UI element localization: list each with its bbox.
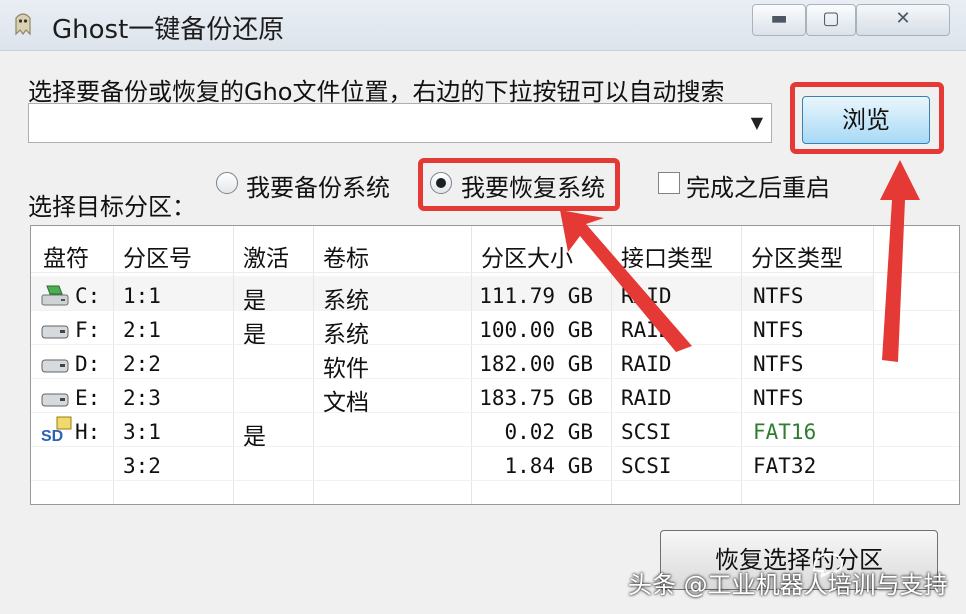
cell-active: 是: [243, 424, 266, 450]
restore-option-label[interactable]: 我要恢复系统: [461, 168, 605, 203]
row-divider: [31, 446, 959, 447]
backup-radio[interactable]: [216, 172, 238, 194]
title-bar[interactable]: Ghost一键备份还原 ▬ ▢ ✕: [0, 0, 966, 51]
cell-fs: NTFS: [753, 318, 804, 342]
radio-selected-dot: [436, 178, 446, 188]
cell-fs: NTFS: [753, 386, 804, 410]
cell-partition: 3:1: [123, 420, 161, 444]
gho-path-label: 选择要备份或恢复的Gho文件位置，右边的下拉按钮可以自动搜索: [28, 78, 725, 106]
cell-interface: RAID: [621, 318, 672, 342]
column-divider: [113, 226, 114, 504]
cell-label: 系统: [323, 288, 369, 314]
cell-size: 0.02 GB: [504, 420, 593, 444]
gho-path-combobox[interactable]: ▼: [28, 103, 772, 143]
header-active[interactable]: 激活: [243, 239, 289, 273]
row-divider: [31, 480, 959, 481]
cell-fs: FAT16: [753, 420, 817, 444]
hard-drive-icon: [41, 359, 69, 373]
cell-interface: RAID: [621, 352, 672, 376]
cell-drive: C:: [75, 284, 101, 308]
cell-fs: NTFS: [753, 352, 804, 376]
row-divider: [31, 378, 959, 379]
cell-size: 100.00 GB: [479, 318, 593, 342]
header-partition-size[interactable]: 分区大小: [481, 239, 573, 273]
header-partition-type[interactable]: 分区类型: [751, 239, 843, 273]
row-divider: [31, 310, 959, 311]
cell-active: 是: [243, 322, 266, 348]
cell-drive: E:: [75, 386, 101, 410]
ghost-window: Ghost一键备份还原 ▬ ▢ ✕ 选择要备份或恢复的Gho文件位置，右边的下拉…: [0, 0, 966, 614]
cell-drive: F:: [75, 318, 101, 342]
cell-active: 是: [243, 288, 266, 314]
column-divider: [611, 226, 612, 504]
partition-table[interactable]: 盘符 分区号 激活 卷标 分区大小 接口类型 分区类型 C: 1:1 是 系统 …: [30, 225, 960, 505]
cell-interface: SCSI: [621, 420, 672, 444]
backup-option-label[interactable]: 我要备份系统: [246, 168, 390, 203]
cell-fs: NTFS: [753, 284, 804, 308]
cell-size: 111.79 GB: [479, 284, 593, 308]
system-drive-icon: [41, 285, 69, 306]
header-volume-label[interactable]: 卷标: [323, 239, 369, 273]
cell-partition: 1:1: [123, 284, 161, 308]
row-divider: [31, 412, 959, 413]
reboot-checkbox[interactable]: [658, 172, 680, 194]
cell-fs: FAT32: [753, 454, 817, 478]
column-divider: [471, 226, 472, 504]
column-divider: [873, 226, 874, 504]
sd-card-icon: SD: [41, 416, 72, 444]
dropdown-arrow-icon[interactable]: ▼: [751, 113, 763, 132]
cell-label: 软件: [323, 356, 369, 382]
cell-drive: D:: [75, 352, 101, 376]
minimize-button[interactable]: ▬: [752, 4, 806, 36]
close-button[interactable]: ✕: [856, 4, 950, 36]
cell-partition: 2:3: [123, 386, 161, 410]
cell-interface: RAID: [621, 284, 672, 308]
browse-button[interactable]: 浏览: [802, 96, 930, 144]
reboot-option-label[interactable]: 完成之后重启: [686, 168, 830, 203]
watermark-text: 头条 @工业机器人培训与支持: [628, 571, 948, 599]
cell-label: 文档: [323, 390, 369, 416]
cell-partition: 2:2: [123, 352, 161, 376]
cell-drive: H:: [75, 420, 101, 444]
cell-label: 系统: [323, 322, 369, 348]
cell-partition: 3:2: [123, 454, 161, 478]
cell-size: 183.75 GB: [479, 386, 593, 410]
header-interface-type[interactable]: 接口类型: [621, 239, 713, 273]
ghost-app-icon: [15, 13, 31, 36]
column-divider: [233, 226, 234, 504]
maximize-button[interactable]: ▢: [806, 4, 856, 36]
cell-interface: SCSI: [621, 454, 672, 478]
column-divider: [313, 226, 314, 504]
cell-interface: RAID: [621, 386, 672, 410]
target-partition-label: 选择目标分区：: [28, 193, 196, 221]
restore-radio[interactable]: [430, 172, 452, 194]
hard-drive-icon: [41, 393, 69, 407]
window-title: Ghost一键备份还原: [52, 15, 285, 45]
svg-text:SD: SD: [41, 428, 63, 444]
cell-size: 1.84 GB: [504, 454, 593, 478]
column-divider: [741, 226, 742, 504]
header-divider: [31, 272, 959, 273]
header-partition-number[interactable]: 分区号: [123, 239, 192, 273]
cell-partition: 2:1: [123, 318, 161, 342]
cell-size: 182.00 GB: [479, 352, 593, 376]
hard-drive-icon: [41, 325, 69, 339]
header-drive[interactable]: 盘符: [43, 239, 89, 273]
row-divider: [31, 344, 959, 345]
